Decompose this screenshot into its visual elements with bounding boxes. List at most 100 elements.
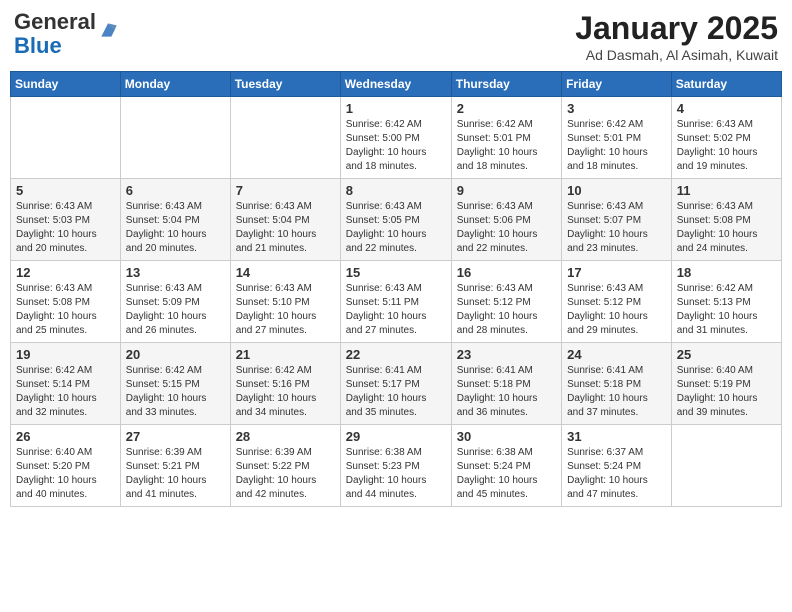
day-info: Sunrise: 6:42 AM Sunset: 5:15 PM Dayligh… [126, 364, 225, 420]
day-number: 20 [126, 347, 225, 362]
header-sunday: Sunday [11, 72, 121, 97]
day-info: Sunrise: 6:39 AM Sunset: 5:22 PM Dayligh… [236, 446, 335, 502]
day-number: 8 [346, 183, 446, 198]
day-number: 29 [346, 429, 446, 444]
header-thursday: Thursday [451, 72, 561, 97]
calendar-week-1: 1 Sunrise: 6:42 AM Sunset: 5:00 PM Daylig… [11, 97, 782, 179]
day-number: 6 [126, 183, 225, 198]
header-friday: Friday [562, 72, 672, 97]
day-info: Sunrise: 6:43 AM Sunset: 5:05 PM Dayligh… [346, 200, 446, 256]
calendar-cell: 2 Sunrise: 6:42 AM Sunset: 5:01 PM Daylig… [451, 97, 561, 179]
header-monday: Monday [120, 72, 230, 97]
calendar-cell: 19 Sunrise: 6:42 AM Sunset: 5:14 PM Dayli… [11, 343, 121, 425]
calendar-cell: 23 Sunrise: 6:41 AM Sunset: 5:18 PM Dayli… [451, 343, 561, 425]
day-number: 14 [236, 265, 335, 280]
day-info: Sunrise: 6:42 AM Sunset: 5:00 PM Dayligh… [346, 118, 446, 174]
day-info: Sunrise: 6:41 AM Sunset: 5:18 PM Dayligh… [457, 364, 556, 420]
calendar-header-row: SundayMondayTuesdayWednesdayThursdayFrid… [11, 72, 782, 97]
logo-text: General Blue [14, 10, 96, 58]
calendar-week-5: 26Sunrise: 6:40 AM Sunset: 5:20 PM Dayli… [11, 425, 782, 507]
calendar-week-3: 12 Sunrise: 6:43 AM Sunset: 5:08 PM Dayli… [11, 261, 782, 343]
day-number: 18 [677, 265, 776, 280]
day-info: Sunrise: 6:43 AM Sunset: 5:10 PM Dayligh… [236, 282, 335, 338]
calendar-cell: 8 Sunrise: 6:43 AM Sunset: 5:05 PM Daylig… [340, 179, 451, 261]
day-info: Sunrise: 6:40 AM Sunset: 5:19 PM Dayligh… [677, 364, 776, 420]
day-info: Sunrise: 6:43 AM Sunset: 5:06 PM Dayligh… [457, 200, 556, 256]
day-info: Sunrise: 6:37 AM Sunset: 5:24 PM Dayligh… [567, 446, 666, 502]
day-number: 4 [677, 101, 776, 116]
day-number: 13 [126, 265, 225, 280]
page-header: General Blue January 2025 Ad Dasmah, Al … [10, 10, 782, 63]
day-number: 28 [236, 429, 335, 444]
calendar-cell: 15 Sunrise: 6:43 AM Sunset: 5:11 PM Dayli… [340, 261, 451, 343]
day-number: 27 [126, 429, 225, 444]
day-info: Sunrise: 6:42 AM Sunset: 5:13 PM Dayligh… [677, 282, 776, 338]
day-info: Sunrise: 6:43 AM Sunset: 5:12 PM Dayligh… [457, 282, 556, 338]
day-info: Sunrise: 6:38 AM Sunset: 5:24 PM Dayligh… [457, 446, 556, 502]
day-info: Sunrise: 6:43 AM Sunset: 5:08 PM Dayligh… [677, 200, 776, 256]
day-number: 19 [16, 347, 115, 362]
logo-icon [98, 20, 118, 40]
day-info: Sunrise: 6:42 AM Sunset: 5:01 PM Dayligh… [567, 118, 666, 174]
day-info: Sunrise: 6:43 AM Sunset: 5:11 PM Dayligh… [346, 282, 446, 338]
calendar-cell: 20 Sunrise: 6:42 AM Sunset: 5:15 PM Dayli… [120, 343, 230, 425]
calendar-cell: 16 Sunrise: 6:43 AM Sunset: 5:12 PM Dayli… [451, 261, 561, 343]
calendar-cell: 17Sunrise: 6:43 AM Sunset: 5:12 PM Dayli… [562, 261, 672, 343]
calendar-cell: 30 Sunrise: 6:38 AM Sunset: 5:24 PM Dayli… [451, 425, 561, 507]
day-number: 23 [457, 347, 556, 362]
day-number: 2 [457, 101, 556, 116]
calendar-cell: 31 Sunrise: 6:37 AM Sunset: 5:24 PM Dayli… [562, 425, 672, 507]
day-info: Sunrise: 6:41 AM Sunset: 5:18 PM Dayligh… [567, 364, 666, 420]
day-number: 31 [567, 429, 666, 444]
day-info: Sunrise: 6:39 AM Sunset: 5:21 PM Dayligh… [126, 446, 225, 502]
calendar-cell: 26Sunrise: 6:40 AM Sunset: 5:20 PM Dayli… [11, 425, 121, 507]
calendar-cell: 12 Sunrise: 6:43 AM Sunset: 5:08 PM Dayli… [11, 261, 121, 343]
calendar-week-4: 19 Sunrise: 6:42 AM Sunset: 5:14 PM Dayli… [11, 343, 782, 425]
header-tuesday: Tuesday [230, 72, 340, 97]
day-info: Sunrise: 6:38 AM Sunset: 5:23 PM Dayligh… [346, 446, 446, 502]
day-info: Sunrise: 6:42 AM Sunset: 5:01 PM Dayligh… [457, 118, 556, 174]
month-title: January 2025 [575, 10, 778, 47]
calendar-cell: 10 Sunrise: 6:43 AM Sunset: 5:07 PM Dayli… [562, 179, 672, 261]
header-saturday: Saturday [671, 72, 781, 97]
day-info: Sunrise: 6:43 AM Sunset: 5:03 PM Dayligh… [16, 200, 115, 256]
calendar-cell: 13 Sunrise: 6:43 AM Sunset: 5:09 PM Dayli… [120, 261, 230, 343]
day-number: 22 [346, 347, 446, 362]
calendar-cell [230, 97, 340, 179]
calendar-cell: 18 Sunrise: 6:42 AM Sunset: 5:13 PM Dayli… [671, 261, 781, 343]
calendar-cell: 28 Sunrise: 6:39 AM Sunset: 5:22 PM Dayli… [230, 425, 340, 507]
day-number: 10 [567, 183, 666, 198]
day-number: 26 [16, 429, 115, 444]
day-info: Sunrise: 6:42 AM Sunset: 5:14 PM Dayligh… [16, 364, 115, 420]
day-number: 16 [457, 265, 556, 280]
day-info: Sunrise: 6:43 AM Sunset: 5:09 PM Dayligh… [126, 282, 225, 338]
day-number: 5 [16, 183, 115, 198]
calendar-cell [120, 97, 230, 179]
calendar-cell: 14 Sunrise: 6:43 AM Sunset: 5:10 PM Dayli… [230, 261, 340, 343]
calendar-cell: 5 Sunrise: 6:43 AM Sunset: 5:03 PM Daylig… [11, 179, 121, 261]
calendar-cell [11, 97, 121, 179]
calendar-cell: 27 Sunrise: 6:39 AM Sunset: 5:21 PM Dayli… [120, 425, 230, 507]
day-number: 12 [16, 265, 115, 280]
day-number: 15 [346, 265, 446, 280]
day-info: Sunrise: 6:43 AM Sunset: 5:08 PM Dayligh… [16, 282, 115, 338]
day-info: Sunrise: 6:43 AM Sunset: 5:04 PM Dayligh… [236, 200, 335, 256]
calendar-cell: 3Sunrise: 6:42 AM Sunset: 5:01 PM Daylig… [562, 97, 672, 179]
day-number: 17 [567, 265, 666, 280]
day-number: 30 [457, 429, 556, 444]
header-wednesday: Wednesday [340, 72, 451, 97]
day-info: Sunrise: 6:41 AM Sunset: 5:17 PM Dayligh… [346, 364, 446, 420]
calendar-week-2: 5 Sunrise: 6:43 AM Sunset: 5:03 PM Daylig… [11, 179, 782, 261]
day-number: 1 [346, 101, 446, 116]
day-number: 9 [457, 183, 556, 198]
calendar-cell: 21Sunrise: 6:42 AM Sunset: 5:16 PM Dayli… [230, 343, 340, 425]
day-info: Sunrise: 6:43 AM Sunset: 5:07 PM Dayligh… [567, 200, 666, 256]
day-info: Sunrise: 6:43 AM Sunset: 5:02 PM Dayligh… [677, 118, 776, 174]
title-block: January 2025 Ad Dasmah, Al Asimah, Kuwai… [575, 10, 778, 63]
calendar-cell: 25Sunrise: 6:40 AM Sunset: 5:19 PM Dayli… [671, 343, 781, 425]
logo: General Blue [14, 10, 118, 58]
day-number: 7 [236, 183, 335, 198]
calendar-cell: 4 Sunrise: 6:43 AM Sunset: 5:02 PM Daylig… [671, 97, 781, 179]
calendar-cell: 7 Sunrise: 6:43 AM Sunset: 5:04 PM Daylig… [230, 179, 340, 261]
location-subtitle: Ad Dasmah, Al Asimah, Kuwait [575, 47, 778, 63]
